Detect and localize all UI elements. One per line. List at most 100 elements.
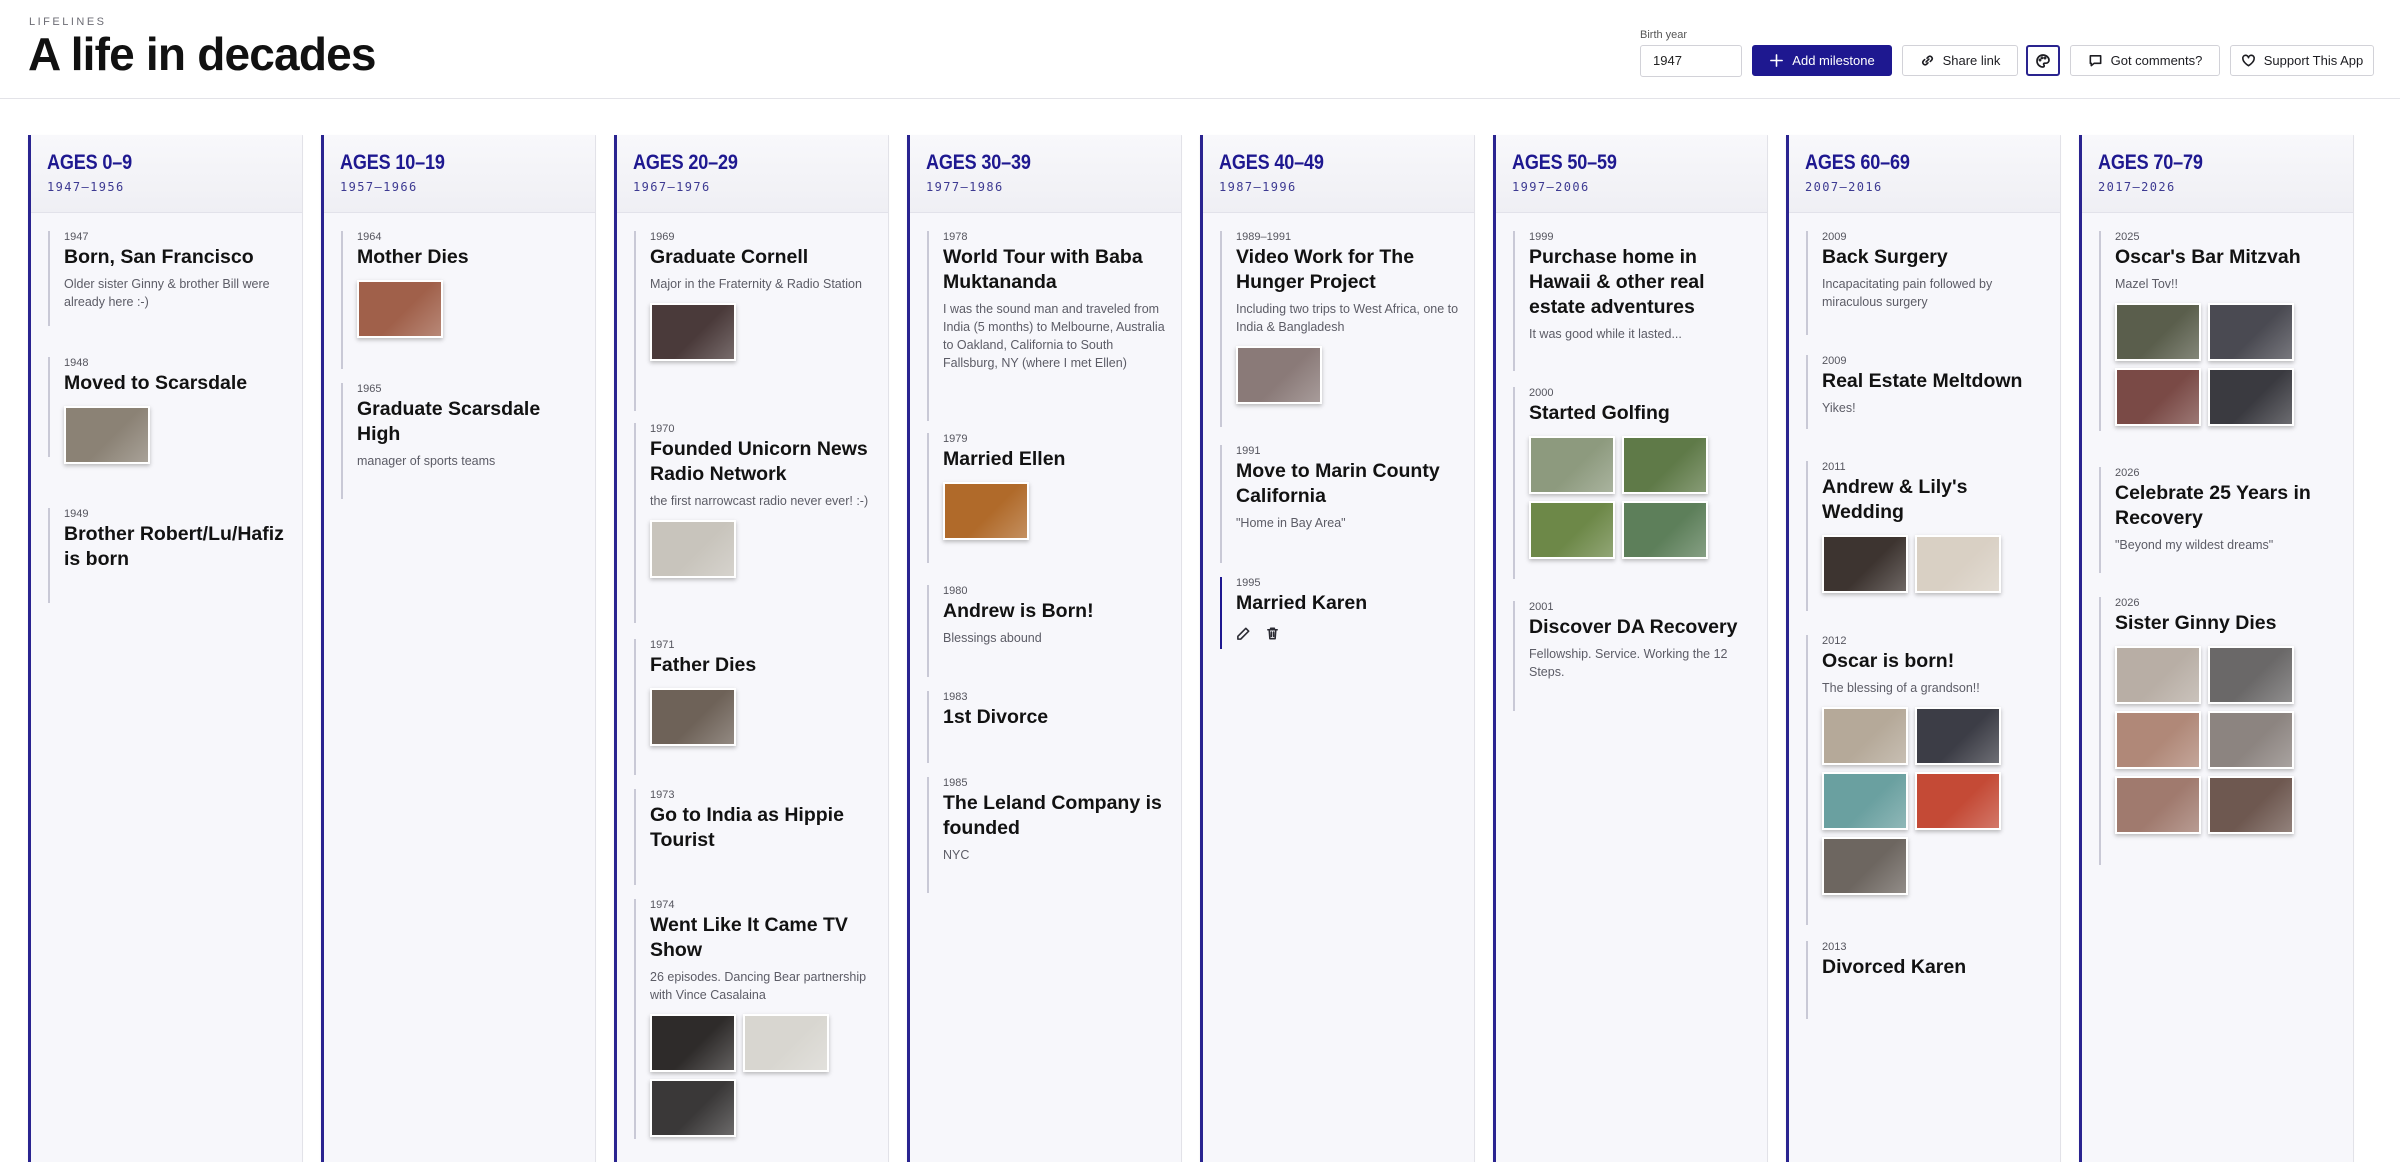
milestone-title: Brother Robert/Lu/Hafiz is born — [64, 523, 284, 570]
decade-title: AGES 10–19 — [340, 151, 445, 174]
share-link-button[interactable]: Share link — [1902, 45, 2018, 76]
milestone-card[interactable]: 2013 Divorced Karen — [1806, 941, 2046, 1019]
milestone-photo[interactable] — [1822, 837, 1908, 895]
theme-button[interactable] — [2026, 45, 2060, 76]
milestone-photo[interactable] — [650, 520, 736, 578]
milestone-card[interactable]: 1979 Married Ellen — [927, 433, 1167, 563]
milestone-photo[interactable] — [2208, 776, 2294, 834]
photo-grid — [64, 406, 264, 464]
milestone-note: Including two trips to West Africa, one … — [1236, 302, 1459, 334]
milestone-note: I was the sound man and traveled from In… — [943, 302, 1165, 370]
plus-icon — [1770, 54, 1784, 67]
milestone-card[interactable]: 2011 Andrew & Lily's Wedding — [1806, 461, 2046, 611]
milestone-photo[interactable] — [2208, 711, 2294, 769]
milestone-photo[interactable] — [1822, 535, 1908, 593]
milestone-title: Founded Unicorn News Radio Network — [650, 438, 868, 485]
milestone-card[interactable]: 1949 Brother Robert/Lu/Hafiz is born — [48, 508, 288, 603]
milestone-card[interactable]: 2001 Discover DA Recovery Fellowship. Se… — [1513, 601, 1753, 711]
milestone-card[interactable]: 1980 Andrew is Born! Blessings abound — [927, 585, 1167, 677]
milestone-card[interactable]: 2026 Celebrate 25 Years in Recovery "Bey… — [2099, 467, 2339, 573]
milestone-note: Yikes! — [1822, 401, 1856, 415]
milestone-card[interactable]: 1970 Founded Unicorn News Radio Network … — [634, 423, 874, 623]
milestone-card[interactable]: 1995 Married Karen — [1220, 577, 1460, 649]
milestone-photo[interactable] — [1915, 535, 2001, 593]
milestone-photo[interactable] — [1236, 346, 1322, 404]
milestone-photo[interactable] — [1622, 501, 1708, 559]
photo-grid — [650, 303, 850, 361]
milestone-card[interactable]: 2025 Oscar's Bar Mitzvah Mazel Tov!! — [2099, 231, 2339, 431]
milestone-photo[interactable] — [1822, 772, 1908, 830]
milestone-note: Older sister Ginny & brother Bill were a… — [64, 277, 270, 309]
milestone-photo[interactable] — [2115, 303, 2201, 361]
milestone-photo[interactable] — [2208, 368, 2294, 426]
milestone-card[interactable]: 1978 World Tour with Baba Muktananda I w… — [927, 231, 1167, 421]
milestone-card[interactable]: 1971 Father Dies — [634, 639, 874, 775]
milestone-card[interactable]: 2026 Sister Ginny Dies — [2099, 597, 2339, 865]
milestone-photo[interactable] — [1529, 501, 1615, 559]
milestone-card[interactable]: 1948 Moved to Scarsdale — [48, 357, 288, 464]
photo-grid — [357, 280, 557, 338]
milestone-photo[interactable] — [2208, 303, 2294, 361]
milestone-card[interactable]: 1983 1st Divorce — [927, 691, 1167, 763]
milestone-title: Move to Marin County California — [1236, 460, 1440, 507]
milestone-photo[interactable] — [650, 303, 736, 361]
edit-icon[interactable] — [1236, 626, 1251, 641]
support-label: Support This App — [2263, 53, 2364, 68]
milestone-note: The blessing of a grandson!! — [1822, 681, 1980, 695]
milestone-photo[interactable] — [2115, 711, 2201, 769]
milestone-year: 2001 — [1529, 601, 1554, 613]
milestone-photo[interactable] — [1915, 707, 2001, 765]
milestone-photo[interactable] — [2115, 646, 2201, 704]
decade-column: AGES 70–79 2017–2026 2025 Oscar's Bar Mi… — [2079, 135, 2353, 1162]
milestone-photo[interactable] — [2115, 776, 2201, 834]
milestone-card[interactable]: 1985 The Leland Company is founded NYC — [927, 777, 1167, 893]
milestone-photo[interactable] — [1622, 436, 1708, 494]
milestone-year: 2013 — [1822, 941, 1847, 953]
decade-header: AGES 0–9 1947–1956 — [31, 135, 302, 213]
milestone-card[interactable]: 1964 Mother Dies — [341, 231, 581, 369]
milestone-card[interactable]: 2000 Started Golfing — [1513, 387, 1753, 579]
milestone-card[interactable]: 2009 Real Estate Meltdown Yikes! — [1806, 355, 2046, 429]
milestone-year: 1980 — [943, 585, 968, 597]
decade-column: AGES 50–59 1997–2006 1999 Purchase home … — [1493, 135, 1767, 1162]
milestone-photo[interactable] — [64, 406, 150, 464]
milestone-card[interactable]: 1999 Purchase home in Hawaii & other rea… — [1513, 231, 1753, 371]
trash-icon[interactable] — [1265, 626, 1280, 641]
birth-year-input[interactable]: 1947 — [1640, 45, 1742, 77]
milestone-year: 1973 — [650, 789, 675, 801]
milestone-year: 1989–1991 — [1236, 231, 1292, 243]
comments-button[interactable]: Got comments? — [2070, 45, 2220, 76]
milestone-note: Fellowship. Service. Working the 12 Step… — [1529, 647, 1728, 679]
decade-title: AGES 70–79 — [2098, 151, 2203, 174]
milestone-photo[interactable] — [1915, 772, 2001, 830]
milestone-card[interactable]: 1989–1991 Video Work for The Hunger Proj… — [1220, 231, 1460, 427]
milestone-year: 1948 — [64, 357, 89, 369]
milestone-photo[interactable] — [1822, 707, 1908, 765]
milestone-card[interactable]: 1974 Went Like It Came TV Show 26 episod… — [634, 899, 874, 1139]
milestone-card[interactable]: 1969 Graduate Cornell Major in the Frate… — [634, 231, 874, 411]
milestone-card[interactable]: 1973 Go to India as Hippie Tourist — [634, 789, 874, 885]
app-header: LIFELINES A life in decades Birth year 1… — [0, 0, 2400, 99]
milestone-photo[interactable] — [650, 1079, 736, 1137]
milestone-card[interactable]: 2012 Oscar is born! The blessing of a gr… — [1806, 635, 2046, 925]
milestone-photo[interactable] — [357, 280, 443, 338]
decade-header: AGES 40–49 1987–1996 — [1203, 135, 1474, 213]
milestone-photo[interactable] — [1529, 436, 1615, 494]
milestone-photo[interactable] — [2115, 368, 2201, 426]
milestone-photo[interactable] — [743, 1014, 829, 1072]
photo-grid — [1822, 707, 2022, 895]
milestone-card[interactable]: 1947 Born, San Francisco Older sister Gi… — [48, 231, 288, 326]
milestone-photo[interactable] — [943, 482, 1029, 540]
milestone-photo[interactable] — [650, 688, 736, 746]
milestone-card[interactable]: 1991 Move to Marin County California "Ho… — [1220, 445, 1460, 563]
decade-title: AGES 60–69 — [1805, 151, 1910, 174]
decade-header: AGES 20–29 1967–1976 — [617, 135, 888, 213]
add-milestone-button[interactable]: Add milestone — [1752, 45, 1892, 76]
decade-range: 1947–1956 — [47, 180, 125, 194]
milestone-card[interactable]: 1965 Graduate Scarsdale High manager of … — [341, 383, 581, 499]
milestone-photo[interactable] — [650, 1014, 736, 1072]
milestone-photo[interactable] — [2208, 646, 2294, 704]
milestone-card[interactable]: 2009 Back Surgery Incapacitating pain fo… — [1806, 231, 2046, 335]
support-button[interactable]: Support This App — [2230, 45, 2374, 76]
milestone-actions — [1236, 626, 1460, 641]
